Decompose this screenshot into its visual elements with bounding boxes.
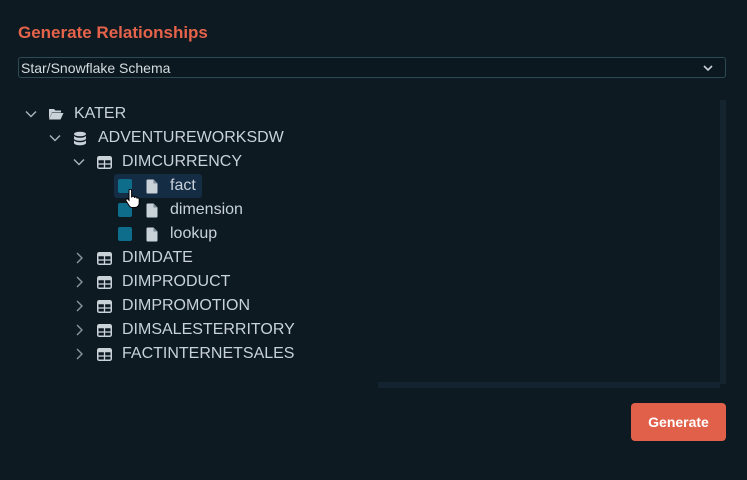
table-icon [96,154,112,170]
tree-node-label: FACTINTERNETSALES [122,345,295,362]
tree-node-table[interactable]: DIMPRODUCT [72,270,230,294]
chevron-right-icon[interactable] [72,299,86,313]
chevron-right-icon[interactable] [72,323,86,337]
dialog-title: Generate Relationships [18,23,208,42]
tree-node-table[interactable]: DIMSALESTERRITORY [72,318,295,342]
tree-node-label: DIMCURRENCY [122,153,242,170]
file-icon [144,202,160,218]
leaf-row[interactable]: lookup [114,222,223,246]
tree-node-database[interactable]: ADVENTUREWORKSDW [48,126,284,150]
tree-node-label: KATER [74,105,127,122]
table-icon [96,298,112,314]
folder-open-icon [48,106,64,122]
schema-tree: KATER ADVENTUREWORKSDW DIMCURRENCY fact [18,100,726,390]
generate-button[interactable]: Generate [631,403,726,441]
chevron-right-icon[interactable] [72,347,86,361]
schema-select-value: Star/Snowflake Schema [21,59,171,76]
leaf-label: dimension [170,201,243,218]
tree-node-root[interactable]: KATER [24,102,126,126]
leaf-label: fact [170,177,196,194]
chevron-down-icon [703,65,713,72]
tree-node-label: DIMDATE [122,249,193,266]
tree-node-label: DIMSALESTERRITORY [122,321,295,338]
file-icon [144,226,160,242]
table-icon [96,274,112,290]
tree-node-label: DIMPRODUCT [122,273,231,290]
table-icon [96,250,112,266]
chevron-right-icon[interactable] [72,275,86,289]
tree-node-label: DIMPROMOTION [122,297,250,314]
chevron-right-icon[interactable] [72,251,86,265]
horizontal-scrollbar[interactable] [378,382,720,388]
hand-cursor-icon [125,189,140,208]
file-icon [144,178,160,194]
chevron-down-icon[interactable] [72,155,86,169]
chevron-down-icon[interactable] [48,131,62,145]
schema-select[interactable]: Star/Snowflake Schema [18,57,726,78]
tree-node-table[interactable]: DIMDATE [72,246,193,270]
tree-node-table[interactable]: DIMPROMOTION [72,294,250,318]
tree-node-table[interactable]: DIMCURRENCY [72,150,242,174]
chevron-down-icon[interactable] [24,107,38,121]
leaf-label: lookup [170,225,218,242]
tree-leaf-lookup[interactable]: lookup [114,222,223,246]
tree-node-label: ADVENTUREWORKSDW [98,129,284,146]
database-icon [72,130,88,146]
table-icon [96,346,112,362]
tree-node-table[interactable]: FACTINTERNETSALES [72,342,294,366]
leaf-checkbox[interactable] [118,227,132,241]
table-icon [96,322,112,338]
